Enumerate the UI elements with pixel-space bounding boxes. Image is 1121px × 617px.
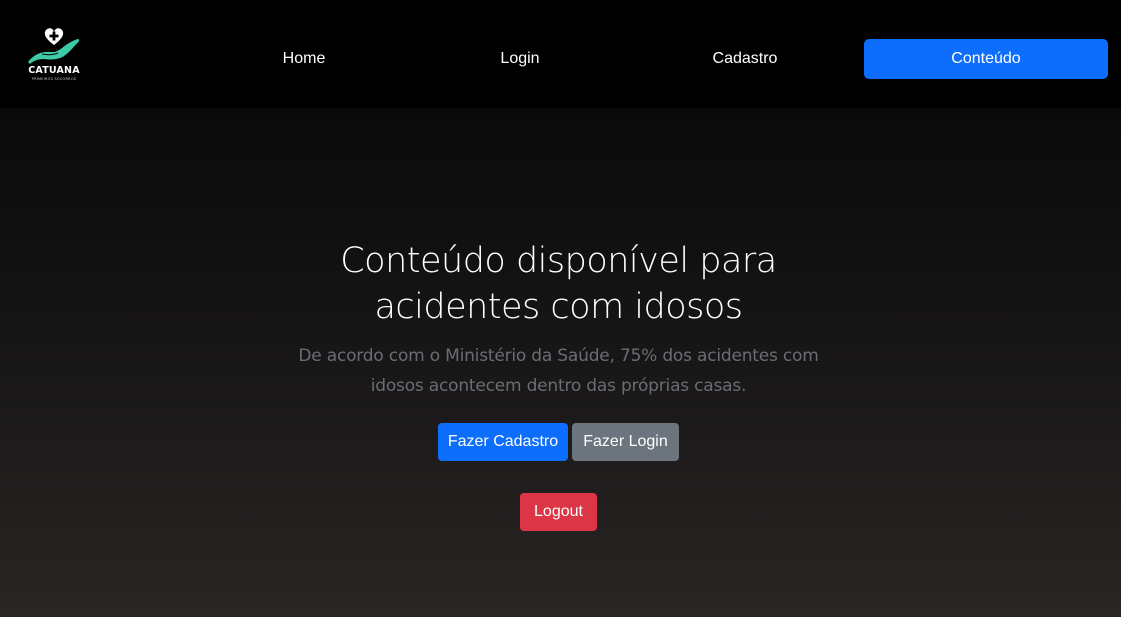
login-button[interactable]: Fazer Login [572, 423, 679, 461]
logout-button[interactable]: Logout [520, 493, 597, 531]
nav-link-home[interactable]: Home [254, 48, 354, 70]
signup-button[interactable]: Fazer Cadastro [438, 423, 568, 461]
brand-logo[interactable]: CATUANA PRIMEIROS SOCORROS [24, 24, 84, 86]
navbar: CATUANA PRIMEIROS SOCORROS Home Login Ca… [0, 0, 1121, 108]
nav-link-conteudo[interactable]: Conteúdo [864, 39, 1108, 79]
nav-link-login[interactable]: Login [470, 48, 570, 70]
brand-name: CATUANA [28, 65, 80, 76]
hand-heart-cross-icon [28, 28, 80, 64]
brand-tagline: PRIMEIROS SOCORROS [31, 77, 77, 81]
hero-subtitle: De acordo com o Ministério da Saúde, 75%… [298, 346, 819, 396]
nav-link-cadastro[interactable]: Cadastro [695, 48, 795, 70]
hero-title: Conteúdo disponível para acidentes com i… [340, 241, 777, 327]
